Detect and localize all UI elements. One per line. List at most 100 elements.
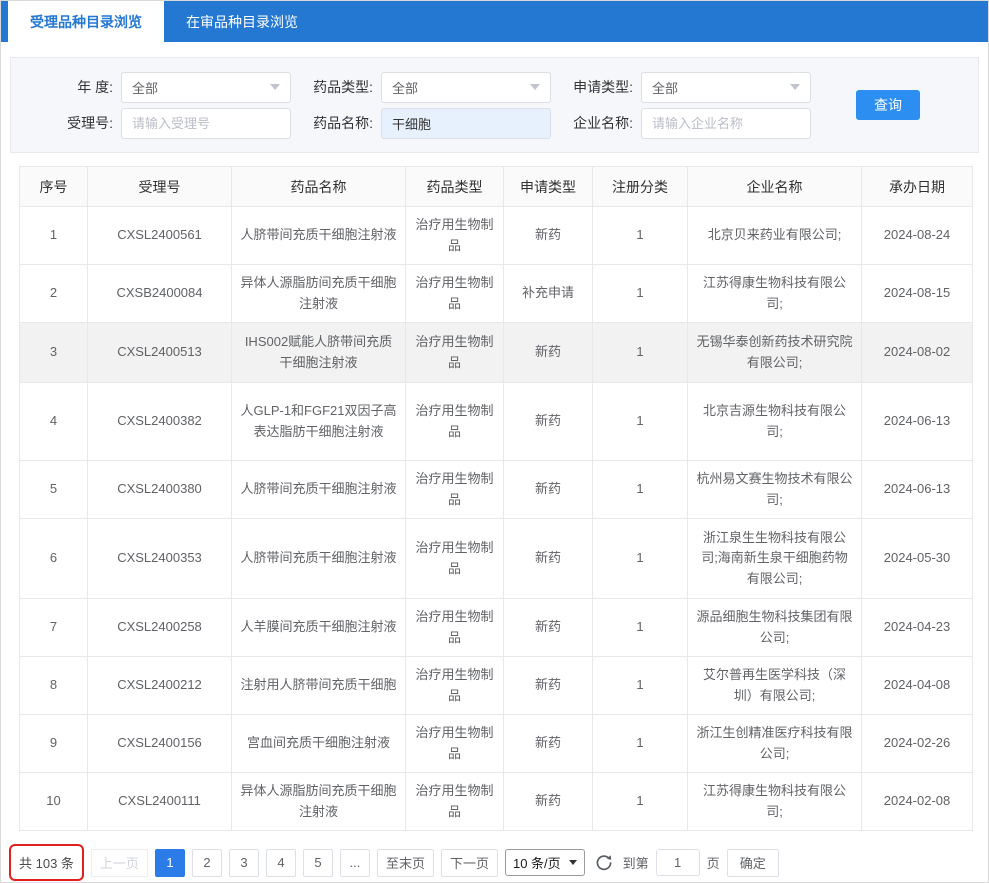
next-page-button[interactable]: 下一页 <box>441 849 498 877</box>
cell-apply-type: 新药 <box>504 461 593 519</box>
drug-type-select-value: 全部 <box>392 78 418 97</box>
cell-drug-type: 治疗用生物制品 <box>406 657 504 715</box>
search-button[interactable]: 查询 <box>856 90 920 120</box>
cell-seq: 3 <box>20 323 88 383</box>
cell-reg-class: 1 <box>593 323 688 383</box>
chevron-down-icon <box>790 84 800 90</box>
cell-date: 2024-08-24 <box>862 207 973 265</box>
cell-date: 2024-06-13 <box>862 383 973 461</box>
cell-date: 2024-04-23 <box>862 599 973 657</box>
header-drug-name: 药品名称 <box>232 167 406 207</box>
cell-reg-class: 1 <box>593 599 688 657</box>
cell-apply-type: 新药 <box>504 773 593 831</box>
cell-reg-class: 1 <box>593 383 688 461</box>
cell-acceptance-no: CXSL2400212 <box>88 657 232 715</box>
page-button-1[interactable]: 1 <box>155 849 185 877</box>
table-row: 9 CXSL2400156 宫血间充质干细胞注射液 治疗用生物制品 新药 1 浙… <box>20 715 973 773</box>
cell-apply-type: 新药 <box>504 599 593 657</box>
cell-reg-class: 1 <box>593 773 688 831</box>
header-apply-type: 申请类型 <box>504 167 593 207</box>
filter-row-1: 年 度: 全部 药品类型: 全部 申请类型: 全部 <box>37 69 978 105</box>
cell-reg-class: 1 <box>593 519 688 599</box>
filter-group-apply-type: 申请类型: 全部 <box>557 72 817 103</box>
header-reg-class: 注册分类 <box>593 167 688 207</box>
filter-group-acceptance-no: 受理号: <box>37 108 297 139</box>
tab-under-review-catalog[interactable]: 在审品种目录浏览 <box>164 1 320 42</box>
table-row: 3 CXSL2400513 IHS002赋能人脐带间充质干细胞注射液 治疗用生物… <box>20 323 973 383</box>
cell-date: 2024-08-02 <box>862 323 973 383</box>
page-button-3[interactable]: 3 <box>229 849 259 877</box>
cell-company: 源品细胞生物科技集团有限公司; <box>688 599 862 657</box>
cell-reg-class: 1 <box>593 657 688 715</box>
pagination-bar: 共 103 条 上一页 1 2 3 4 5 ... 至末页 下一页 10 条/页… <box>9 844 976 881</box>
tab-bar: 受理品种目录浏览 在审品种目录浏览 <box>1 1 988 42</box>
cell-apply-type: 新药 <box>504 207 593 265</box>
chevron-down-icon <box>530 84 540 90</box>
cell-seq: 2 <box>20 265 88 323</box>
cell-seq: 7 <box>20 599 88 657</box>
last-page-button[interactable]: 至末页 <box>377 849 434 877</box>
cell-apply-type: 新药 <box>504 519 593 599</box>
cell-acceptance-no: CXSB2400084 <box>88 265 232 323</box>
cell-drug-name: 人羊膜间充质干细胞注射液 <box>232 599 406 657</box>
header-seq: 序号 <box>20 167 88 207</box>
results-table: 序号 受理号 药品名称 药品类型 申请类型 注册分类 企业名称 承办日期 1 C… <box>19 166 973 831</box>
cell-seq: 9 <box>20 715 88 773</box>
cell-drug-name: 异体人源脂肪间充质干细胞注射液 <box>232 773 406 831</box>
cell-seq: 4 <box>20 383 88 461</box>
page-button-2[interactable]: 2 <box>192 849 222 877</box>
apply-type-select[interactable]: 全部 <box>641 72 811 103</box>
cell-company: 无锡华泰创新药技术研究院有限公司; <box>688 323 862 383</box>
table-row: 10 CXSL2400111 异体人源脂肪间充质干细胞注射液 治疗用生物制品 新… <box>20 773 973 831</box>
year-label: 年 度: <box>37 77 121 97</box>
drug-name-input[interactable] <box>381 108 551 139</box>
cell-date: 2024-05-30 <box>862 519 973 599</box>
filter-group-drug-type: 药品类型: 全部 <box>297 72 557 103</box>
cell-drug-name: 人脐带间充质干细胞注射液 <box>232 207 406 265</box>
page-button-5[interactable]: 5 <box>303 849 333 877</box>
cell-company: 浙江生创精准医疗科技有限公司; <box>688 715 862 773</box>
page-button-4[interactable]: 4 <box>266 849 296 877</box>
cell-apply-type: 新药 <box>504 715 593 773</box>
table-row: 7 CXSL2400258 人羊膜间充质干细胞注射液 治疗用生物制品 新药 1 … <box>20 599 973 657</box>
acceptance-no-input[interactable] <box>121 108 291 139</box>
drug-name-label: 药品名称: <box>297 113 381 133</box>
cell-drug-type: 治疗用生物制品 <box>406 519 504 599</box>
cell-apply-type: 新药 <box>504 657 593 715</box>
company-input[interactable] <box>641 108 811 139</box>
annotation-box: 共 103 条 <box>9 844 84 881</box>
confirm-button[interactable]: 确定 <box>727 849 779 877</box>
goto-page-input[interactable] <box>656 849 700 876</box>
cell-reg-class: 1 <box>593 715 688 773</box>
cell-company: 江苏得康生物科技有限公司; <box>688 773 862 831</box>
refresh-icon <box>595 854 613 872</box>
ellipsis-button[interactable]: ... <box>340 849 370 877</box>
table-row: 2 CXSB2400084 异体人源脂肪间充质干细胞注射液 治疗用生物制品 补充… <box>20 265 973 323</box>
refresh-button[interactable] <box>592 851 616 875</box>
cell-apply-type: 补充申请 <box>504 265 593 323</box>
cell-drug-type: 治疗用生物制品 <box>406 323 504 383</box>
year-select[interactable]: 全部 <box>121 72 291 103</box>
table-row: 4 CXSL2400382 人GLP-1和FGF21双因子高表达脂肪干细胞注射液… <box>20 383 973 461</box>
pagination-total: 共 103 条 <box>19 856 74 871</box>
filter-group-company: 企业名称: <box>557 108 817 139</box>
drug-type-select[interactable]: 全部 <box>381 72 551 103</box>
cell-company: 北京贝来药业有限公司; <box>688 207 862 265</box>
cell-drug-name: 人脐带间充质干细胞注射液 <box>232 461 406 519</box>
cell-acceptance-no: CXSL2400156 <box>88 715 232 773</box>
cell-drug-name: 人GLP-1和FGF21双因子高表达脂肪干细胞注射液 <box>232 383 406 461</box>
cell-reg-class: 1 <box>593 265 688 323</box>
cell-drug-name: 异体人源脂肪间充质干细胞注射液 <box>232 265 406 323</box>
table-header-row: 序号 受理号 药品名称 药品类型 申请类型 注册分类 企业名称 承办日期 <box>20 167 973 207</box>
cell-drug-type: 治疗用生物制品 <box>406 773 504 831</box>
cell-acceptance-no: CXSL2400382 <box>88 383 232 461</box>
cell-company: 江苏得康生物科技有限公司; <box>688 265 862 323</box>
cell-company: 北京吉源生物科技有限公司; <box>688 383 862 461</box>
page-size-select[interactable]: 10 条/页 <box>505 849 585 876</box>
cell-date: 2024-08-15 <box>862 265 973 323</box>
cell-seq: 5 <box>20 461 88 519</box>
cell-drug-name: 人脐带间充质干细胞注射液 <box>232 519 406 599</box>
cell-date: 2024-02-08 <box>862 773 973 831</box>
prev-page-button[interactable]: 上一页 <box>91 849 148 877</box>
tab-accepted-catalog[interactable]: 受理品种目录浏览 <box>8 1 164 42</box>
